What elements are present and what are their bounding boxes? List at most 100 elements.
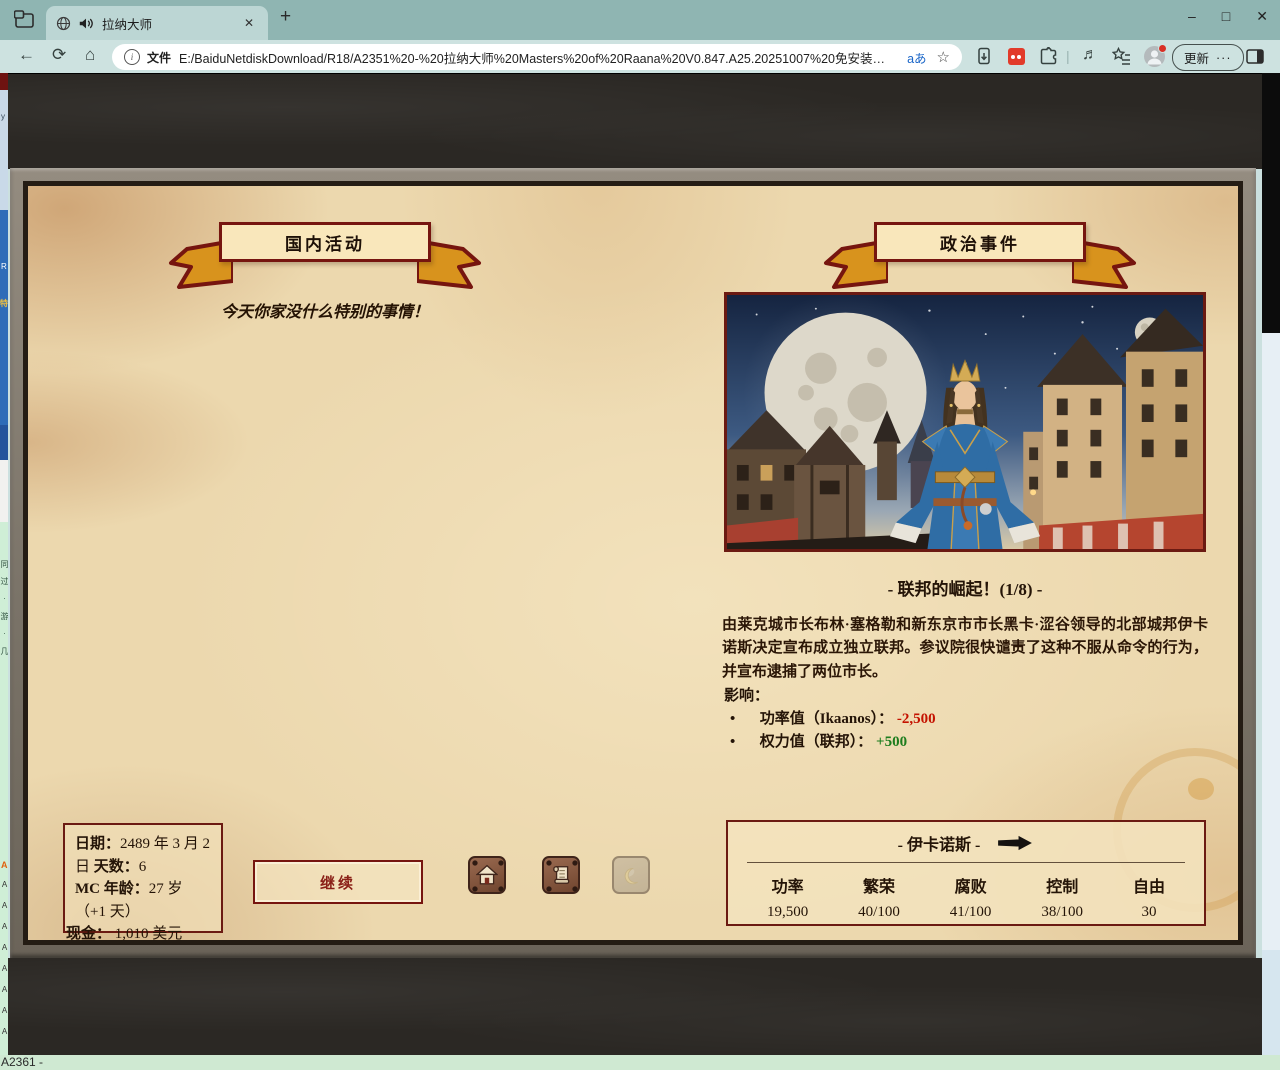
update-label: 更新 (1184, 48, 1209, 67)
refresh-button[interactable]: ⟳ (52, 45, 66, 65)
background-window-left: y (0, 90, 8, 210)
url-scheme-label: 文件 (147, 49, 171, 66)
stat-control: 控制 38/100 (1041, 873, 1083, 921)
game-chalkboard-top (8, 73, 1262, 169)
background-window-right (1262, 73, 1280, 333)
background-window-left (0, 425, 8, 460)
back-button[interactable]: ← (18, 45, 35, 65)
screen: 拉纳大师 ✕ + – □ ✕ ← ⟳ ⌂ i 文件 E:/BaiduNetdis… (0, 0, 1280, 1070)
event-description: 由莱克城市长布林·塞格勒和新东京市市长黑卡·涩谷领导的北部城邦伊卡诺斯决定宣布成… (722, 614, 1208, 684)
favorite-star-icon[interactable]: ☆ (937, 48, 950, 66)
continue-button[interactable]: 继续 (253, 860, 423, 904)
cash-label: 现金： (66, 926, 111, 940)
background-window-left: R 特 (0, 210, 8, 425)
event-image (724, 292, 1206, 552)
city-stats-panel: - 伊卡诺斯 - 功率 19,500 繁荣 40/100 (726, 820, 1206, 926)
event-illustration (727, 295, 1203, 549)
city-stats-title: - 伊卡诺斯 - (898, 831, 981, 855)
cash-value: 1,010 美元 (115, 926, 183, 940)
cash-line: 现金： 1,010 美元 (66, 922, 182, 940)
stat-value: 19,500 (767, 904, 808, 921)
stat-value: 30 (1133, 904, 1165, 921)
background-window-left: 同过·游·几 A AAAAAAAA (0, 522, 8, 1055)
collections-icon[interactable] (1112, 47, 1131, 70)
background-text: R (1, 262, 7, 271)
bullet-icon: • (724, 711, 756, 728)
bullet-icon: • (724, 734, 756, 751)
impact-row: • 功率值（Ikaanos）： -2,500 (724, 707, 1204, 728)
minimize-button[interactable]: – (1188, 8, 1196, 25)
impact-value-positive: +500 (876, 734, 907, 750)
coffee-stain-blob (1188, 778, 1214, 800)
house-icon (476, 864, 498, 886)
profile-avatar[interactable] (1144, 46, 1165, 67)
event-title: - 联邦的崛起！(1/8) - (724, 575, 1206, 600)
sidebar-toggle-icon[interactable] (1246, 49, 1264, 69)
stat-label: 功率 (767, 873, 808, 897)
address-bar[interactable]: i 文件 E:/BaiduNetdiskDownload/R18/A2351%2… (112, 44, 962, 70)
stat-value: 41/100 (950, 904, 992, 921)
media-control-icon[interactable]: ♬ (1082, 46, 1098, 64)
days-label: 天数： (94, 859, 139, 875)
background-text: 特 (0, 298, 8, 309)
moon-icon (620, 864, 642, 886)
game-frame: 国内活动 今天你家没什么特别的事情！ 日期：2489 年 3 月 2 日 天数：… (10, 168, 1256, 958)
url-text: E:/BaiduNetdiskDownload/R18/A2351%20-%20… (179, 48, 897, 67)
background-window-right (1262, 950, 1280, 1055)
info-icon[interactable]: i (124, 49, 140, 65)
journal-button[interactable] (542, 856, 580, 894)
political-banner: 政治事件 (874, 222, 1086, 262)
game-chalkboard-bottom (8, 958, 1262, 1055)
background-text: AAAAAAAA (0, 880, 8, 1048)
extension-icon-red[interactable] (1008, 48, 1025, 65)
more-menu-icon[interactable]: ··· (1216, 51, 1232, 65)
tab-actions-button[interactable] (14, 10, 36, 30)
close-window-button[interactable]: ✕ (1256, 8, 1268, 25)
background-text: 同过·游·几 (0, 560, 8, 664)
scroll-icon (550, 864, 572, 886)
stat-prosperity: 繁荣 40/100 (858, 873, 900, 921)
impact-label: 权力值（联邦）： (760, 734, 873, 750)
background-window-left (0, 73, 8, 90)
new-tab-button[interactable]: + (280, 6, 291, 28)
notification-dot (1158, 44, 1167, 53)
date-label: 日期： (75, 836, 120, 852)
game-parchment: 国内活动 今天你家没什么特别的事情！ 日期：2489 年 3 月 2 日 天数：… (28, 186, 1238, 940)
background-window-right (1262, 333, 1280, 950)
sleep-button (612, 856, 650, 894)
tab-close-icon[interactable]: ✕ (240, 16, 258, 30)
domestic-banner: 国内活动 (219, 222, 431, 262)
stat-label: 繁荣 (858, 873, 900, 897)
impact-heading: 影响： (724, 684, 769, 705)
days-value: 6 (139, 859, 147, 875)
update-button[interactable]: 更新 ··· (1172, 44, 1244, 71)
send-to-device-icon[interactable] (976, 47, 992, 70)
impact-value-negative: -2,500 (897, 711, 936, 727)
stat-value: 38/100 (1041, 904, 1083, 921)
next-arrow-icon[interactable] (996, 835, 1034, 851)
browser-tab[interactable]: 拉纳大师 ✕ (46, 6, 268, 40)
stat-freedom: 自由 30 (1133, 873, 1165, 921)
political-banner-label: 政治事件 (874, 222, 1086, 262)
stat-label: 自由 (1133, 873, 1165, 897)
translate-icon[interactable]: aあ (907, 48, 926, 67)
impact-label: 功率值（Ikaanos）： (760, 711, 893, 727)
stat-value: 40/100 (858, 904, 900, 921)
date-box: 日期：2489 年 3 月 2 日 天数：6 MC 年龄：27 岁（+1 天） (63, 823, 223, 933)
background-text: y (1, 112, 5, 121)
impact-row: • 权力值（联邦）： +500 (724, 730, 1204, 751)
background-text: A2361 - (1, 1055, 43, 1069)
browser-toolbar: ← ⟳ ⌂ i 文件 E:/BaiduNetdiskDownload/R18/A… (0, 40, 1280, 74)
stat-label: 控制 (1041, 873, 1083, 897)
background-window-bottom: A2361 - (0, 1055, 1280, 1070)
home-shortcut-button[interactable] (468, 856, 506, 894)
audio-playing-icon (78, 16, 94, 31)
tab-title: 拉纳大师 (102, 14, 240, 33)
maximize-button[interactable]: □ (1222, 8, 1230, 25)
domestic-message: 今天你家没什么特别的事情！ (84, 298, 566, 322)
extensions-icon[interactable] (1040, 47, 1058, 70)
date-value: 2489 (120, 836, 150, 852)
domestic-banner-label: 国内活动 (219, 222, 431, 262)
home-button[interactable]: ⌂ (85, 45, 95, 65)
tab-actions-icon (14, 10, 36, 30)
